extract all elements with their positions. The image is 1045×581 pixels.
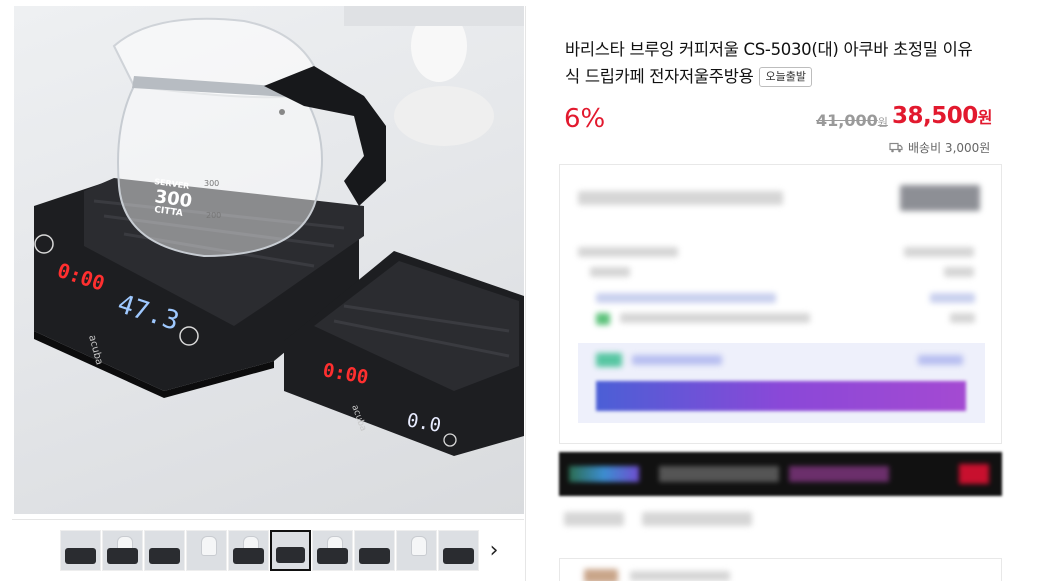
blurred-text <box>904 247 974 257</box>
server-mark-300: 300 <box>204 179 219 188</box>
promo-banner[interactable] <box>596 381 966 411</box>
shipping-info: 배송비 3,000원 <box>889 139 990 156</box>
blurred-icon <box>596 353 622 367</box>
product-gallery: 0:00 47.3 acuba SERVER 300 CITTA 300 200 <box>12 6 524 581</box>
seller-box <box>559 558 1002 581</box>
truck-icon <box>889 142 903 153</box>
product-page: 0:00 47.3 acuba SERVER 300 CITTA 300 200 <box>0 0 1045 581</box>
blurred-text <box>632 355 722 365</box>
shipping-fee: 배송비 3,000원 <box>908 141 991 155</box>
sale-price: 38,500원 <box>892 103 993 129</box>
sale-price-value: 38,500 <box>892 103 978 129</box>
original-price-unit: 원 <box>877 116 888 129</box>
blurred-text <box>918 355 963 365</box>
blurred-text <box>944 267 974 277</box>
blurred-text <box>590 267 630 277</box>
main-product-image[interactable]: 0:00 47.3 acuba SERVER 300 CITTA 300 200 <box>14 6 524 514</box>
blurred-text <box>620 313 810 323</box>
blurred-avatar <box>584 569 618 581</box>
benefit-box <box>559 164 1002 444</box>
blurred-text <box>642 512 752 526</box>
membership-banner[interactable] <box>559 452 1002 496</box>
thumbnail[interactable] <box>186 530 227 571</box>
thumbnail[interactable] <box>438 530 479 571</box>
blurred-text <box>564 512 624 526</box>
product-info-panel: 바리스타 브루잉 커피저울 CS-5030(대) 아쿠바 초정밀 이유식 드립카… <box>525 6 1033 581</box>
original-price-value: 41,000 <box>816 111 878 130</box>
thumbnail[interactable] <box>60 530 101 571</box>
blurred-text <box>578 247 678 257</box>
product-illustration: 0:00 47.3 acuba SERVER 300 CITTA 300 200 <box>34 6 524 456</box>
thumbnail[interactable] <box>228 530 269 571</box>
blurred-text <box>950 313 975 323</box>
thumbnail[interactable] <box>354 530 395 571</box>
blurred-text <box>578 191 783 205</box>
thumbnail-list <box>60 530 479 571</box>
thumbnail[interactable] <box>144 530 185 571</box>
original-price: 41,000원 <box>816 111 888 130</box>
chevron-right-icon[interactable]: › <box>482 538 506 564</box>
thumbnail[interactable] <box>102 530 143 571</box>
sale-price-unit: 원 <box>977 108 993 127</box>
thumbnail[interactable] <box>396 530 437 571</box>
blurred-text <box>930 293 975 303</box>
today-shipping-badge: 오늘출발 <box>759 67 812 87</box>
blurred-text <box>630 571 730 581</box>
discount-rate: 6% <box>564 104 606 134</box>
product-title: 바리스타 브루잉 커피저울 CS-5030(대) 아쿠바 초정밀 이유식 드립카… <box>565 36 985 90</box>
blurred-button[interactable] <box>900 185 980 211</box>
thumbnail-strip: › <box>12 519 524 581</box>
blurred-icon <box>596 313 610 325</box>
thumbnail-active[interactable] <box>270 530 311 571</box>
thumbnail[interactable] <box>312 530 353 571</box>
blurred-text <box>596 293 776 303</box>
promo-box <box>578 343 985 423</box>
server-mark-200: 200 <box>206 211 221 220</box>
